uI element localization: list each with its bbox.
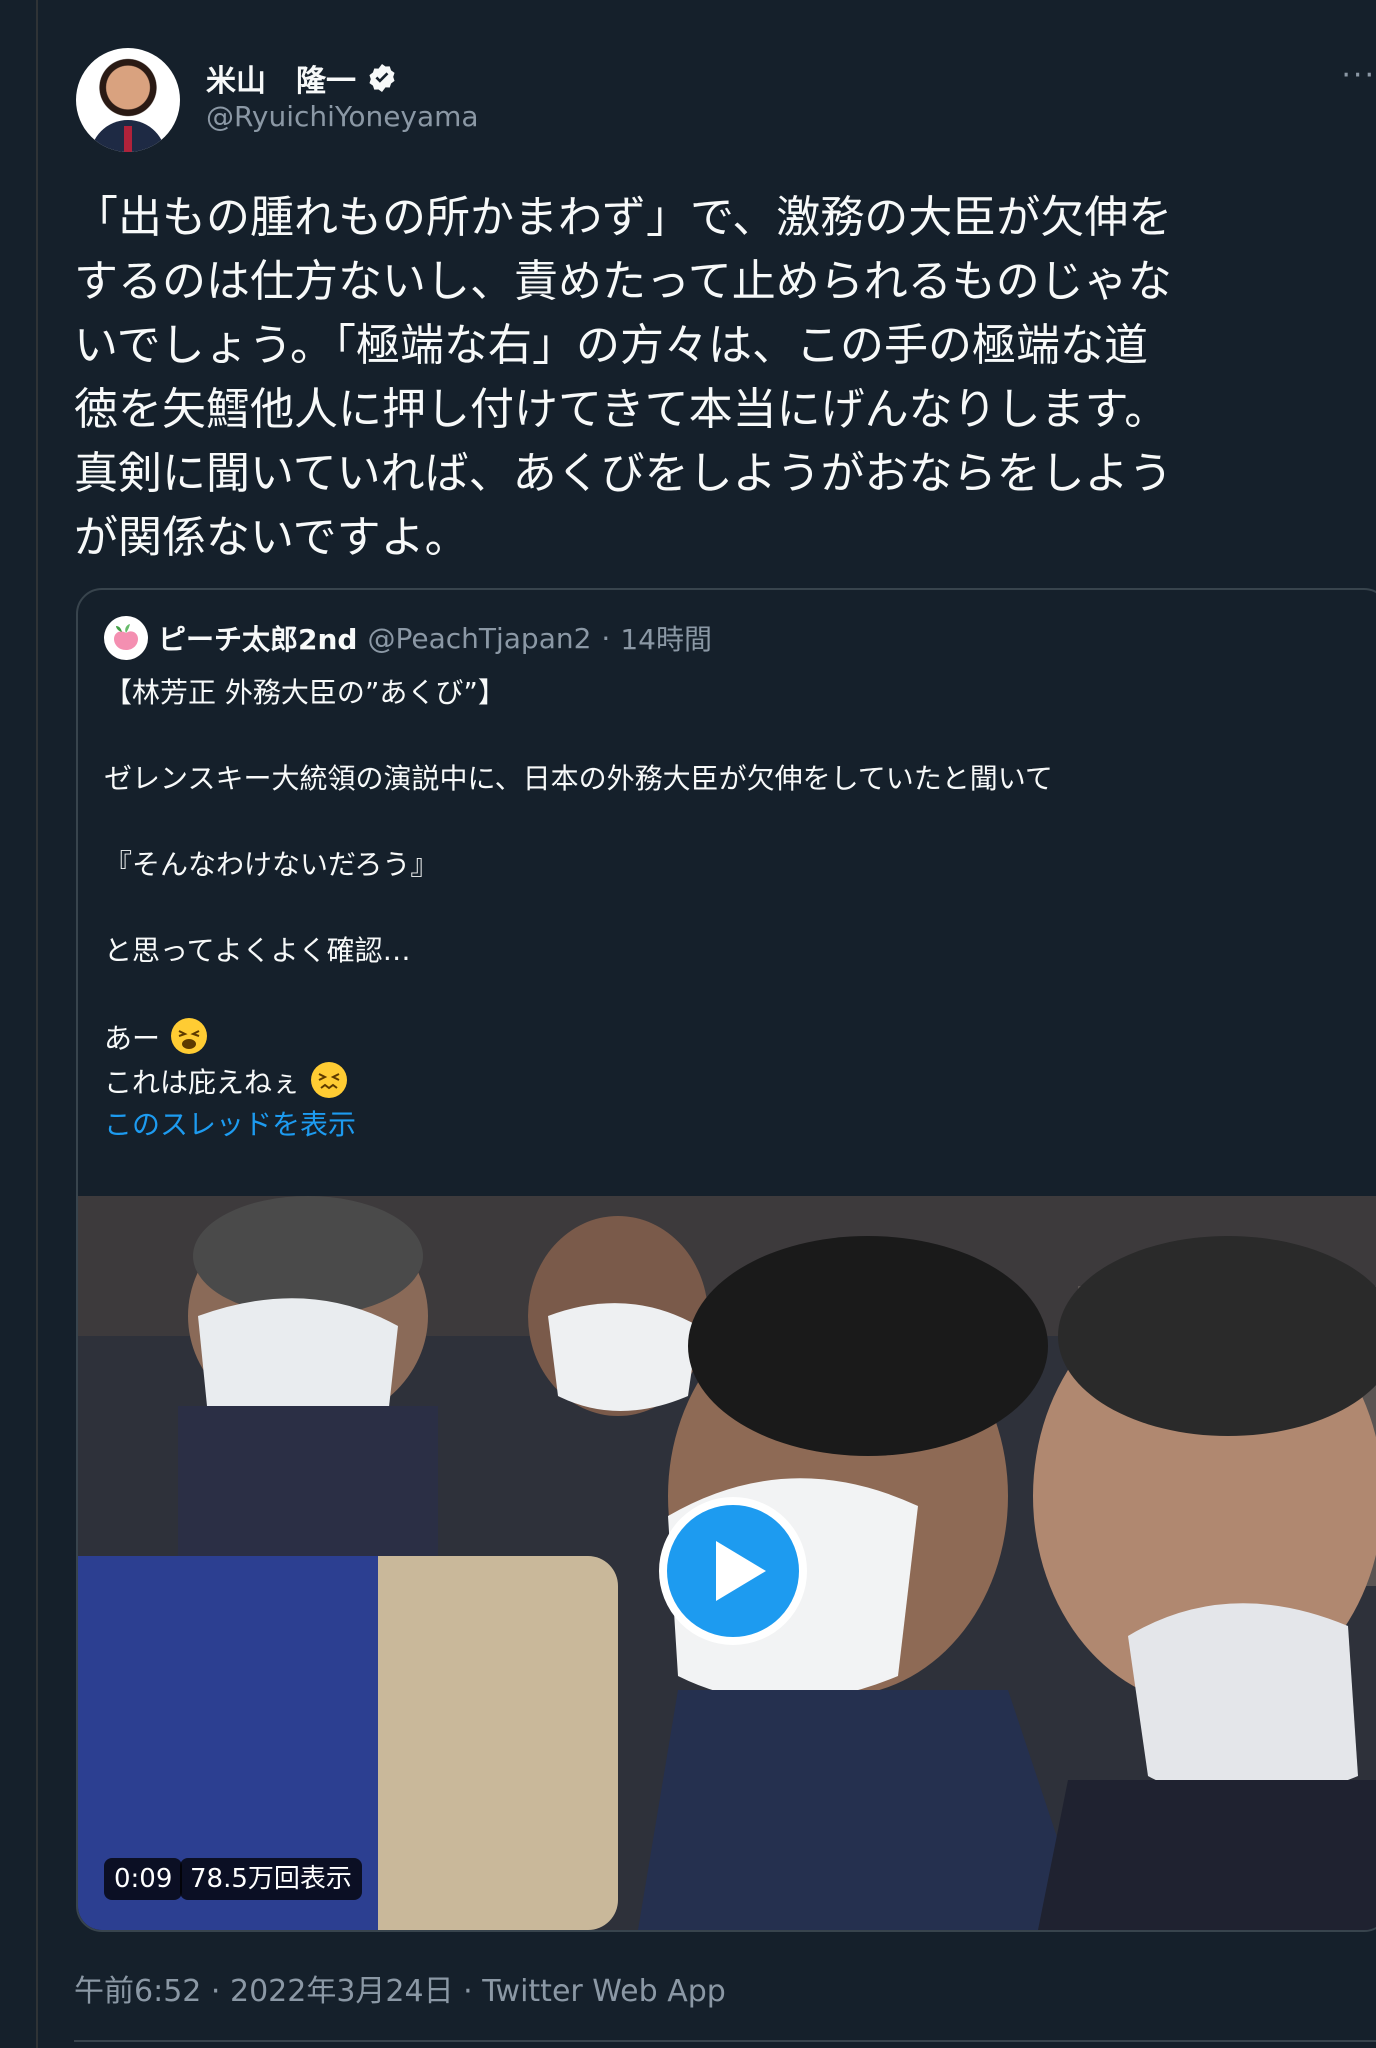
quoted-line-5: あー — [104, 1016, 1344, 1060]
tweet-text: 「出もの腫れもの所かまわず」で、激務の大臣が欠伸を するのは仕方ないし、責めたっ… — [74, 186, 1354, 570]
tweet-line: が関係ないですよ。 — [74, 512, 469, 563]
author-name-row: 米山 隆一 — [206, 56, 398, 100]
play-button-icon[interactable] — [658, 1496, 808, 1646]
verified-badge-icon — [369, 64, 395, 92]
quoted-author-name[interactable]: ピーチ太郎2nd — [158, 618, 357, 658]
tweet-line: 徳を矢鱈他人に押し付けてきて本当にげんなりします。 — [74, 384, 1169, 435]
video-duration-badge: 0:09 — [104, 1858, 183, 1900]
quoted-tweet-header: ピーチ太郎2nd @PeachTjapan2 · 14時間 — [104, 616, 712, 660]
quoted-line: と思ってよくよく確認… — [104, 934, 411, 967]
quoted-line-6: これは庇えねぇ — [104, 1060, 1344, 1104]
quoted-line-text: これは庇えねぇ — [104, 1066, 301, 1099]
quoted-tweet[interactable]: ピーチ太郎2nd @PeachTjapan2 · 14時間 【林芳正 外務大臣の… — [76, 588, 1376, 1932]
tweet-line: 真剣に聞いていれば、あくびをしようがおならをしよう — [74, 448, 1173, 499]
peach-avatar-icon[interactable] — [104, 616, 148, 660]
confounded-face-emoji-icon — [310, 1062, 347, 1098]
divider — [74, 2040, 1376, 2042]
quoted-time[interactable]: 14時間 — [620, 618, 712, 658]
tweet-line: 「出もの腫れもの所かまわず」で、激務の大臣が欠伸を — [74, 192, 1173, 243]
meta-separator: · — [601, 621, 611, 655]
tweet-timestamp[interactable]: 午前6:52 · 2022年3月24日 · Twitter Web App — [74, 1966, 726, 2010]
author-name[interactable]: 米山 隆一 — [206, 56, 356, 100]
timeline-divider — [36, 0, 38, 2048]
tweet-line: するのは仕方ないし、責めたって止められるものじゃな — [74, 256, 1172, 307]
quoted-line: 【林芳正 外務大臣の”あくび”】 — [104, 676, 506, 709]
more-options-icon[interactable]: ··· — [1341, 58, 1376, 93]
tweet-line: いでしょう。「極端な右」の方々は、この手の極端な道 — [74, 320, 1149, 371]
video-player[interactable]: 0:09 78.5万回表示 — [78, 1196, 1376, 1930]
quoted-author-handle[interactable]: @PeachTjapan2 — [367, 622, 591, 655]
weary-face-emoji-icon — [170, 1018, 207, 1054]
author-handle[interactable]: @RyuichiYoneyama — [206, 100, 479, 133]
quoted-line: 『そんなわけないだろう』 — [104, 848, 439, 881]
quoted-line-text: あー — [104, 1022, 161, 1055]
video-views-badge: 78.5万回表示 — [180, 1858, 362, 1900]
avatar[interactable] — [76, 48, 180, 152]
quoted-line: ゼレンスキー大統領の演説中に、日本の外務大臣が欠伸をしていたと聞いて — [104, 762, 1053, 795]
quoted-tweet-body: 【林芳正 外務大臣の”あくび”】 ゼレンスキー大統領の演説中に、日本の外務大臣が… — [104, 672, 1344, 1146]
show-thread-link[interactable]: このスレッドを表示 — [104, 1104, 1344, 1146]
